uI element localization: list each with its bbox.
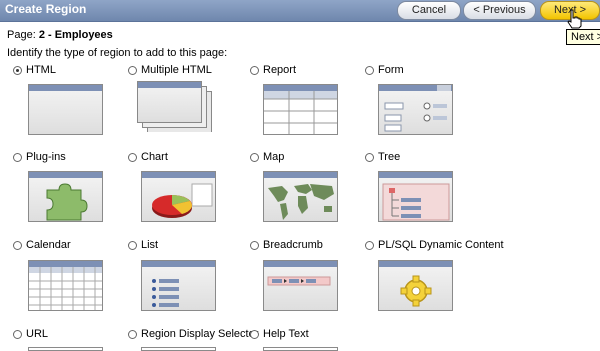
radio-button[interactable] [365,240,374,250]
next-tooltip: Next > [566,29,600,45]
instruction-text: Identify the type of region to add to th… [7,47,228,59]
option-html[interactable]: HTML [13,63,56,77]
chart-pie-icon[interactable] [141,171,216,222]
plsql-gear-icon[interactable] [378,260,453,311]
map-world-icon[interactable] [263,171,338,222]
radio-button[interactable] [250,152,259,162]
html-region-icon[interactable] [28,84,103,135]
option-list[interactable]: List [128,238,158,252]
help-text-region-icon[interactable] [263,347,338,351]
hand-cursor-icon [567,9,582,29]
breadcrumb-region-icon[interactable] [263,260,338,311]
radio-button[interactable] [128,152,137,162]
radio-button[interactable] [250,65,259,75]
tree-region-icon[interactable] [378,171,453,222]
form-region-icon[interactable] [378,84,453,135]
option-help-text[interactable]: Help Text [250,327,309,341]
option-form[interactable]: Form [365,63,404,77]
option-breadcrumb[interactable]: Breadcrumb [250,238,323,252]
radio-button[interactable] [250,240,259,250]
cancel-button[interactable]: Cancel [397,1,461,20]
radio-button[interactable] [128,240,137,250]
radio-button[interactable] [365,65,374,75]
url-region-icon[interactable] [28,347,103,351]
radio-button[interactable] [250,329,259,339]
option-chart[interactable]: Chart [128,150,168,164]
option-url[interactable]: URL [13,327,48,341]
option-map[interactable]: Map [250,150,284,164]
title-bar: Create Region Cancel < Previous Next > [0,0,600,22]
option-region-display-selector[interactable]: Region Display Selector [128,327,258,341]
region-display-selector-icon[interactable] [141,347,216,351]
option-plug-ins[interactable]: Plug-ins [13,150,66,164]
option-plsql-dynamic-content[interactable]: PL/SQL Dynamic Content [365,238,504,252]
option-report[interactable]: Report [250,63,296,77]
page-title: Create Region [5,2,87,16]
radio-button[interactable] [13,152,22,162]
option-calendar[interactable]: Calendar [13,238,71,252]
previous-button[interactable]: < Previous [463,1,536,20]
radio-button[interactable] [13,65,22,75]
radio-button[interactable] [128,329,137,339]
multiple-html-region-icon[interactable] [137,81,212,132]
calendar-region-icon[interactable] [28,260,103,311]
list-region-icon[interactable] [141,260,216,311]
radio-button[interactable] [365,152,374,162]
radio-button[interactable] [13,329,22,339]
option-multiple-html[interactable]: Multiple HTML [128,63,212,77]
radio-button[interactable] [13,240,22,250]
option-tree[interactable]: Tree [365,150,400,164]
report-region-icon[interactable] [263,84,338,135]
page-indicator: Page: 2 - Employees [7,29,113,41]
plug-in-puzzle-icon[interactable] [28,171,103,222]
radio-button[interactable] [128,65,137,75]
